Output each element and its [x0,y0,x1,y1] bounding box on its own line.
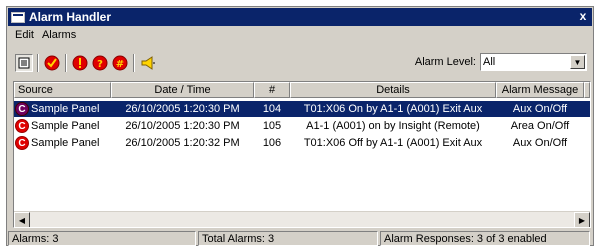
column-headers: Source Date / Time # Details Alarm Messa… [14,82,590,98]
alarm-status-icon: C [15,119,29,133]
alarm-status-icon: C [15,136,29,150]
title-bar[interactable]: Alarm Handler x [8,8,592,26]
acknowledge-icon [44,55,60,71]
alarm-hash-icon: # [112,55,128,71]
chevron-left-icon: ◀ [18,215,26,225]
toolbar: ? # Alarm Level: All ▼ [13,51,587,75]
list-view-button[interactable] [15,54,33,72]
dropdown-arrow-icon[interactable]: ▼ [570,55,585,69]
row-details: T01:X06 Off by A1-1 (A001) Exit Aux [303,137,483,149]
row-number: 106 [262,137,282,149]
status-alarm-responses: Alarm Responses: 3 of 3 enabled [380,231,590,246]
horn-button[interactable] [139,54,157,72]
list-view-icon [18,57,30,69]
alarm-level-group: Alarm Level: All ▼ [415,53,587,71]
row-datetime: 26/10/2005 1:20:32 PM [125,137,240,149]
status-bar: Alarms: 3 Total Alarms: 3 Alarm Response… [8,231,592,246]
alarm-level-label: Alarm Level: [414,56,476,68]
svg-text:#: # [116,59,124,70]
window-title: Alarm Handler [29,10,112,24]
close-button[interactable]: x [575,9,591,24]
alarm-level-value: All [483,56,496,68]
row-datetime: 26/10/2005 1:20:30 PM [125,120,240,132]
alarm-query-icon: ? [92,55,108,71]
column-header-number[interactable]: # [254,82,290,98]
chevron-right-icon: ▶ [578,215,586,225]
column-header-datetime[interactable]: Date / Time [111,82,254,98]
column-header-filler [584,82,590,98]
table-row[interactable]: C Sample Panel 26/10/2005 1:20:30 PM 104 … [14,101,590,117]
alarm-status-icon: C [15,102,29,116]
alarm-exclamation-icon [72,55,88,71]
toolbar-separator [65,54,67,72]
row-source: Sample Panel [31,120,100,132]
toolbar-separator [37,54,39,72]
table-row[interactable]: C Sample Panel 26/10/2005 1:20:32 PM 106 … [14,135,590,151]
column-header-source[interactable]: Source [14,82,111,98]
row-number: 105 [262,120,282,132]
row-source: Sample Panel [31,103,100,115]
alarm-list[interactable]: Source Date / Time # Details Alarm Messa… [13,81,591,228]
acknowledge-button[interactable] [43,54,61,72]
scroll-right-button[interactable]: ▶ [574,212,590,227]
svg-text:?: ? [97,59,103,70]
row-number: 104 [262,103,282,115]
menu-edit[interactable]: Edit [13,29,36,45]
row-datetime: 26/10/2005 1:20:30 PM [125,103,240,115]
menu-bar: Edit Alarms [13,29,78,45]
row-source: Sample Panel [31,137,100,149]
alarm-handler-window: Alarm Handler x Edit Alarms ? # Alarm Le… [6,6,594,246]
toolbar-separator [133,54,135,72]
horn-icon [141,56,155,70]
row-alarm-message: Aux On/Off [512,103,568,115]
alarm-hash-button[interactable]: # [111,54,129,72]
row-details: A1-1 (A001) on by Insight (Remote) [306,120,480,132]
horizontal-scrollbar[interactable]: ◀ ▶ [14,211,590,227]
row-alarm-message: Aux On/Off [512,137,568,149]
window-icon [11,11,25,23]
menu-alarms[interactable]: Alarms [40,29,78,45]
column-header-details[interactable]: Details [290,82,496,98]
table-row[interactable]: C Sample Panel 26/10/2005 1:20:30 PM 105 … [14,118,590,134]
scroll-left-button[interactable]: ◀ [14,212,30,227]
row-alarm-message: Area On/Off [510,120,570,132]
alarm-exclamation-button[interactable] [71,54,89,72]
column-header-alarm-message[interactable]: Alarm Message [496,82,584,98]
row-details: T01:X06 On by A1-1 (A001) Exit Aux [303,103,483,115]
alarm-level-select[interactable]: All ▼ [480,53,587,71]
status-total-alarms: Total Alarms: 3 [198,231,378,246]
status-alarms: Alarms: 3 [8,231,196,246]
alarm-query-button[interactable]: ? [91,54,109,72]
